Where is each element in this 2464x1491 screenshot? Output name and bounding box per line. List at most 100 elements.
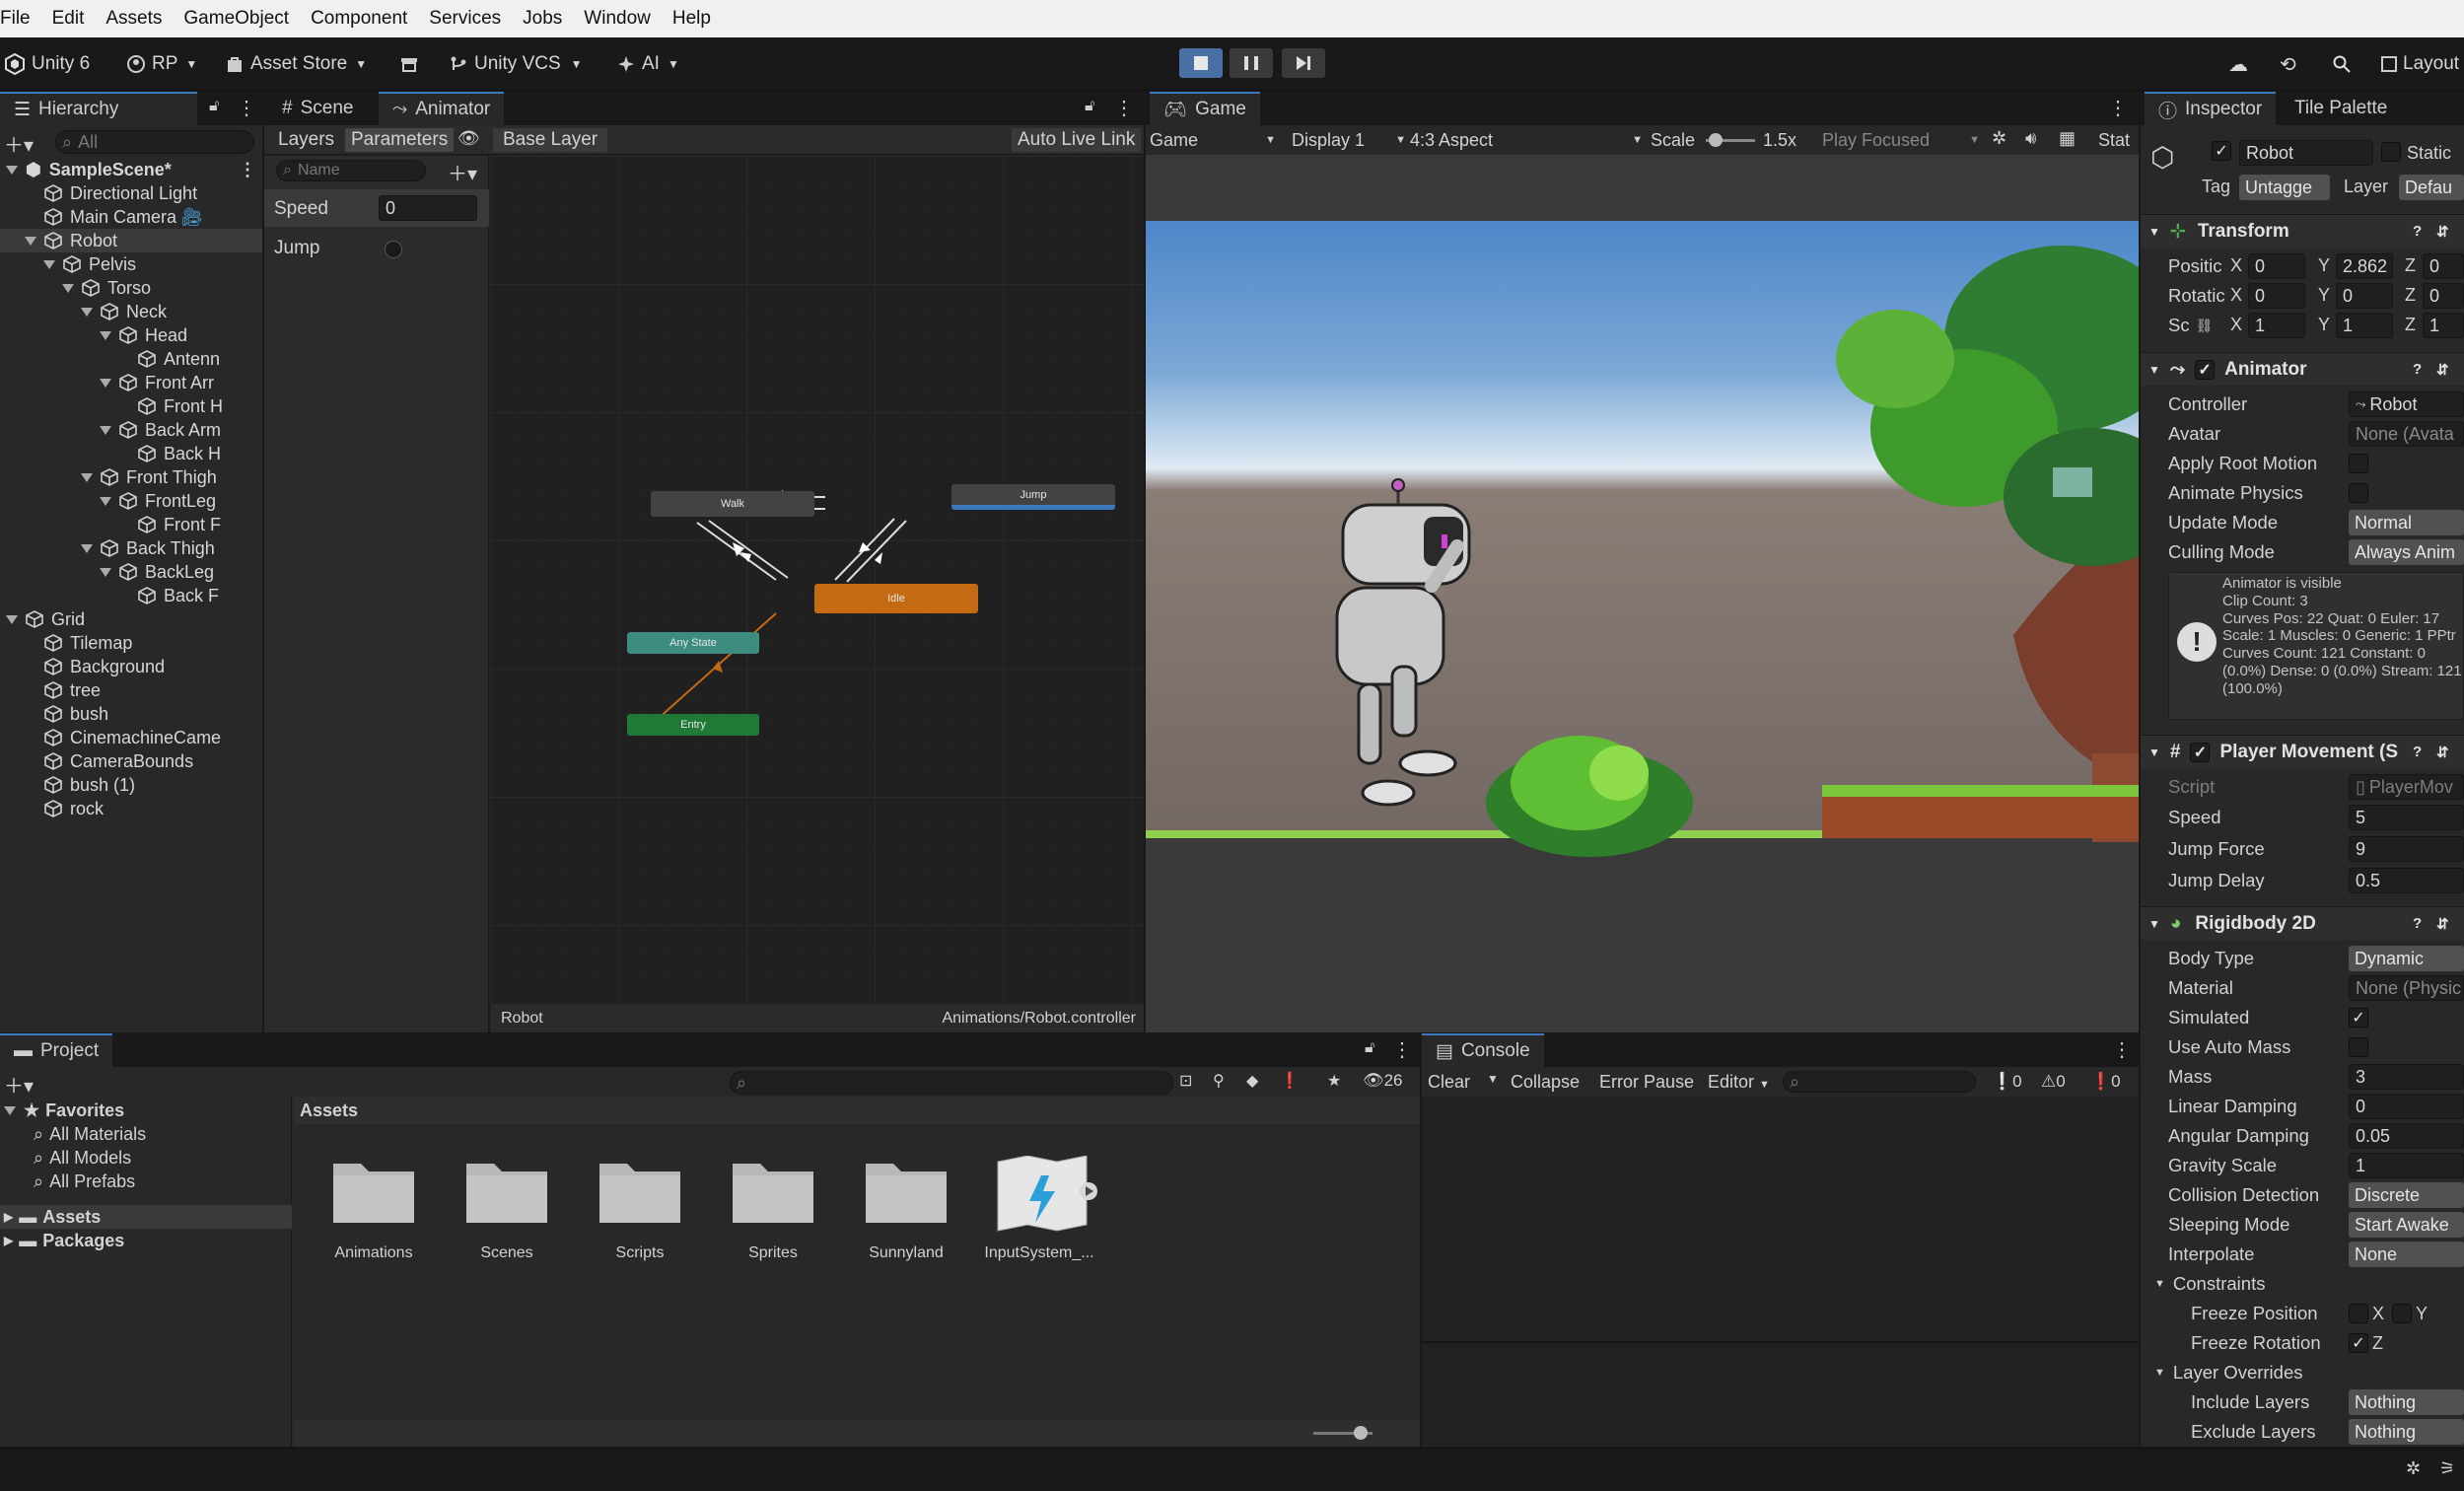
- trigger-radio[interactable]: [385, 241, 402, 258]
- warning-count-toggle[interactable]: ⚠0: [2041, 1072, 2066, 1092]
- chevron-down-icon[interactable]: [81, 472, 93, 482]
- hierarchy-item[interactable]: Directional Light: [25, 181, 197, 205]
- parameter-value-input[interactable]: 0: [379, 195, 477, 221]
- simulated-checkbox[interactable]: ✓: [2349, 1008, 2368, 1028]
- asset-item[interactable]: Animations: [305, 1156, 443, 1284]
- hierarchy-item[interactable]: Main Camera 🎥︎: [25, 205, 203, 229]
- scale-slider[interactable]: [1706, 133, 1755, 147]
- collision-dropdown[interactable]: Discrete: [2349, 1182, 2464, 1208]
- hierarchy-item[interactable]: Neck: [81, 300, 167, 323]
- player-movement-header[interactable]: ▼ # ✓ Player Movement (S ? ⇵: [2141, 735, 2464, 768]
- asset-item[interactable]: Sprites: [704, 1156, 842, 1284]
- hierarchy-item[interactable]: Background: [25, 655, 165, 678]
- hierarchy-item[interactable]: Tilemap: [25, 631, 132, 655]
- include-dropdown[interactable]: Nothing: [2349, 1389, 2464, 1415]
- hierarchy-item[interactable]: FrontLeg: [100, 489, 216, 513]
- menu-gameobject[interactable]: GameObject: [183, 8, 289, 30]
- animate-physics-checkbox[interactable]: [2349, 483, 2368, 503]
- menu-window[interactable]: Window: [584, 8, 651, 30]
- hierarchy-item[interactable]: Front F: [118, 513, 221, 536]
- hierarchy-item[interactable]: BackLeg: [100, 560, 214, 584]
- settings-icon[interactable]: ⇵: [2436, 744, 2449, 761]
- menu-assets[interactable]: Assets: [106, 8, 162, 30]
- asset-item[interactable]: Scenes: [438, 1156, 576, 1284]
- chevron-down-icon[interactable]: [81, 543, 93, 553]
- scl-x-input[interactable]: 1: [2248, 313, 2305, 338]
- filter-icon[interactable]: ⚲: [1213, 1071, 1225, 1091]
- pos-y-input[interactable]: 2.862: [2336, 253, 2393, 279]
- jump-delay-input[interactable]: 0.5: [2349, 868, 2464, 893]
- asset-item[interactable]: Scripts: [571, 1156, 709, 1284]
- auto-live-link-button[interactable]: Auto Live Link: [1012, 128, 1142, 152]
- package-button[interactable]: [399, 46, 425, 82]
- rot-y-input[interactable]: 0: [2336, 283, 2393, 309]
- hierarchy-search-input[interactable]: ⌕ All: [55, 130, 254, 154]
- error-pause-button[interactable]: Error Pause: [1599, 1072, 1694, 1093]
- settings-icon[interactable]: ⇵: [2436, 915, 2449, 933]
- tab-console[interactable]: ▤ Console: [1422, 1033, 1544, 1067]
- version-control-dropdown[interactable]: Unity VCS ▼: [449, 46, 583, 82]
- chevron-down-icon[interactable]: [25, 236, 36, 246]
- avatar-field[interactable]: None (Avata: [2349, 421, 2464, 447]
- tab-hierarchy[interactable]: ☰ Hierarchy: [0, 92, 197, 125]
- layer-dropdown[interactable]: Defau: [2399, 175, 2464, 200]
- linear-damping-input[interactable]: 0: [2349, 1094, 2464, 1119]
- add-button[interactable]: ＋▾: [4, 129, 34, 158]
- hierarchy-item[interactable]: Torso: [62, 276, 151, 300]
- help-icon[interactable]: ?: [2413, 744, 2422, 760]
- hierarchy-item[interactable]: Back Thigh: [81, 536, 215, 560]
- eye-icon[interactable]: 👁︎: [458, 128, 480, 149]
- player-movement-enabled-checkbox[interactable]: ✓: [2190, 742, 2211, 762]
- static-checkbox[interactable]: [2381, 142, 2401, 162]
- chevron-down-icon[interactable]: [100, 425, 111, 435]
- freeze-z-checkbox[interactable]: ✓: [2349, 1333, 2368, 1353]
- help-icon[interactable]: ?: [2413, 223, 2422, 240]
- pos-z-input[interactable]: 0: [2423, 253, 2464, 279]
- star-icon[interactable]: ★: [1327, 1071, 1341, 1091]
- chevron-down-icon[interactable]: [100, 567, 111, 577]
- ai-dropdown[interactable]: AI ▼: [616, 46, 679, 82]
- lock-icon[interactable]: 🔓︎: [1365, 1039, 1374, 1057]
- favorite-all-materials[interactable]: ⌕ All Materials: [34, 1122, 146, 1146]
- hidden-count[interactable]: 👁︎26: [1363, 1071, 1403, 1091]
- favorite-all-prefabs[interactable]: ⌕ All Prefabs: [34, 1170, 135, 1193]
- console-search-input[interactable]: ⌕: [1783, 1071, 1976, 1093]
- editor-dropdown[interactable]: Editor ▼: [1708, 1072, 1770, 1093]
- tab-layers[interactable]: Layers: [272, 128, 340, 152]
- sleeping-dropdown[interactable]: Start Awake: [2349, 1212, 2464, 1238]
- kebab-menu-icon[interactable]: ⋮: [1114, 96, 1134, 120]
- tag-dropdown[interactable]: Untagge: [2239, 175, 2330, 200]
- search-by-type-icon[interactable]: ⊡: [1179, 1071, 1192, 1091]
- speed-input[interactable]: 5: [2349, 805, 2464, 830]
- tab-inspector[interactable]: ⓘ Inspector: [2145, 92, 2277, 125]
- chevron-down-icon[interactable]: [62, 283, 74, 293]
- menu-help[interactable]: Help: [672, 8, 711, 30]
- material-input[interactable]: None (Physic: [2349, 975, 2464, 1001]
- tab-parameters[interactable]: Parameters: [345, 128, 455, 152]
- collapse-button[interactable]: Collapse: [1511, 1072, 1580, 1093]
- error-count-toggle[interactable]: ❗0: [2090, 1072, 2121, 1092]
- parameter-row-speed[interactable]: Speed 0: [264, 189, 489, 227]
- angular-damping-input[interactable]: 0.05: [2349, 1123, 2464, 1149]
- display-dropdown[interactable]: Display 1 ▼: [1292, 128, 1406, 152]
- log-count-toggle[interactable]: ❕0: [1992, 1072, 2022, 1092]
- hierarchy-item[interactable]: Front Thigh: [81, 465, 217, 489]
- animator-component-header[interactable]: ▼ ⤳ ✓ Animator ? ⇵: [2141, 352, 2464, 386]
- tab-scene[interactable]: # Scene: [268, 92, 368, 125]
- hierarchy-item[interactable]: Front H: [118, 394, 223, 418]
- asset-item[interactable]: InputSystem_...: [970, 1156, 1108, 1284]
- culling-mode-dropdown[interactable]: Always Anim: [2349, 539, 2464, 565]
- scl-y-input[interactable]: 1: [2336, 313, 2393, 338]
- pause-button[interactable]: [1230, 48, 1273, 78]
- hierarchy-item[interactable]: Grid: [6, 607, 85, 631]
- rot-x-input[interactable]: 0: [2248, 283, 2305, 309]
- hierarchy-item[interactable]: Antenn: [118, 347, 220, 371]
- menu-component[interactable]: Component: [311, 8, 407, 30]
- controller-field[interactable]: ⤳ Robot: [2349, 391, 2464, 417]
- grid-icon[interactable]: ▦: [2059, 128, 2076, 149]
- hierarchy-item[interactable]: CinemachineCame: [25, 726, 221, 749]
- tab-animator[interactable]: ⤳ Animator: [379, 92, 505, 125]
- kebab-menu-icon[interactable]: ⋮: [2112, 1037, 2132, 1062]
- hierarchy-item[interactable]: bush: [25, 702, 108, 726]
- exclude-dropdown[interactable]: Nothing: [2349, 1419, 2464, 1445]
